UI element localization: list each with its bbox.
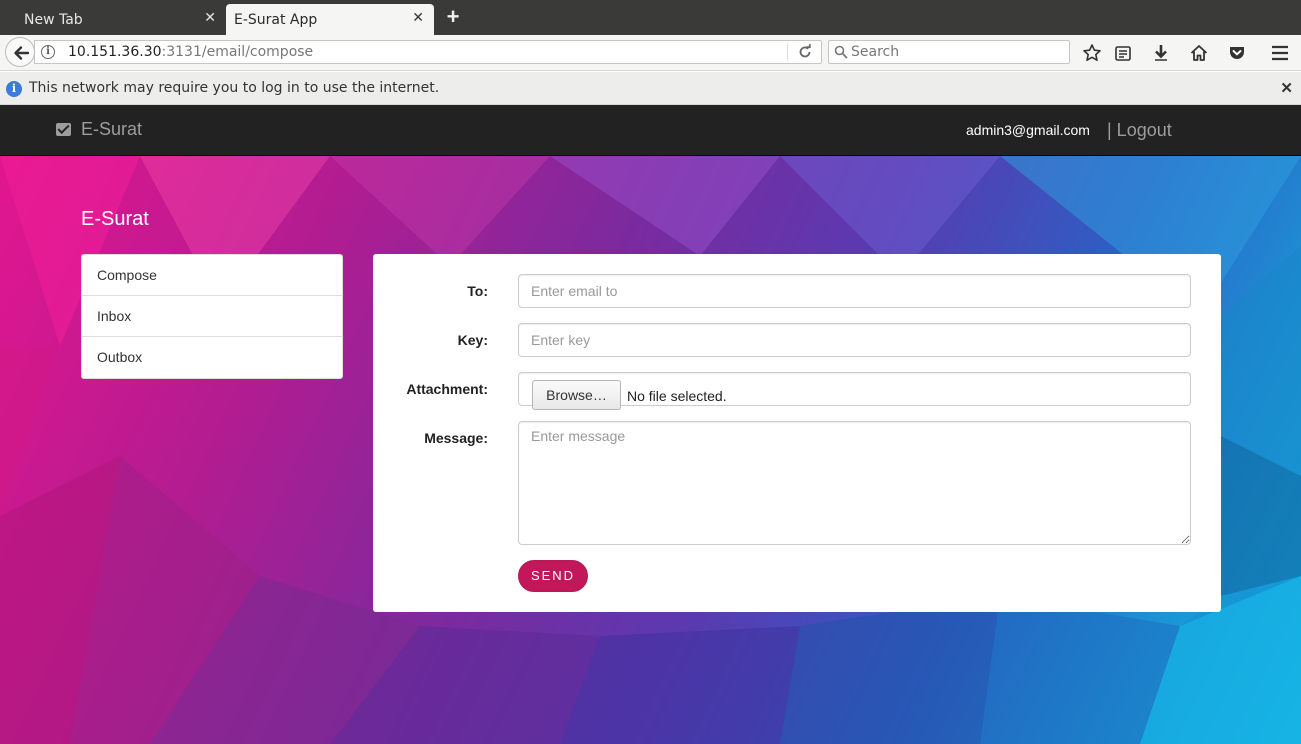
compose-panel: To: Key: Attachment: Browse… No file sel… [373,254,1221,612]
brand-link[interactable]: E-Surat [56,119,142,140]
tab-close-icon[interactable]: ✕ [204,10,216,26]
logout-link[interactable]: | Logout [1107,120,1172,141]
key-field[interactable] [518,323,1191,357]
message-textarea[interactable] [519,422,1190,544]
sidebar-item-compose[interactable]: Compose [82,255,342,296]
url-path: :3131/email/compose [161,44,314,60]
attachment-label: Attachment: [406,381,488,397]
notification-close-icon[interactable]: ✕ [1280,79,1293,97]
to-field[interactable] [518,274,1191,308]
browse-button[interactable]: Browse… [532,380,621,410]
sidebar-item-outbox[interactable]: Outbox [82,337,342,378]
tab-close-icon[interactable]: ✕ [412,10,424,26]
reload-icon[interactable] [797,44,813,60]
tab-title: E-Surat App [234,11,318,28]
url-host: 10.151.36.30 [68,44,162,60]
pocket-icon[interactable] [1227,43,1247,63]
tab-new-tab[interactable]: New Tab ✕ [0,4,226,35]
to-label: To: [467,283,488,299]
search-icon [834,45,848,59]
search-bar[interactable] [828,40,1070,64]
sidebar-menu: Compose Inbox Outbox [81,254,343,379]
send-button[interactable]: SEND [518,560,588,592]
browser-tab-bar: New Tab ✕ E-Surat App ✕ + [0,0,1301,35]
network-notification-bar: i This network may require you to log in… [0,72,1301,105]
hamburger-menu-icon[interactable] [1270,43,1290,63]
site-info-icon[interactable]: i [41,45,55,59]
new-tab-plus-icon[interactable]: + [443,6,463,28]
address-bar[interactable]: i 10.151.36.30:3131/email/compose [34,40,822,64]
home-icon[interactable] [1189,43,1209,63]
key-input[interactable] [519,324,1190,356]
download-icon[interactable] [1151,43,1171,63]
tab-title: New Tab [24,11,83,28]
envelope-icon [56,123,71,136]
url-divider [787,43,788,61]
sidebar-item-inbox[interactable]: Inbox [82,296,342,337]
to-input[interactable] [519,275,1190,307]
bookmark-star-icon[interactable] [1082,43,1102,63]
notification-text: This network may require you to log in t… [29,80,440,96]
brand-name: E-Surat [81,119,143,139]
message-label: Message: [424,430,488,446]
tab-esurat-app[interactable]: E-Surat App ✕ [226,4,434,35]
browser-toolbar: i 10.151.36.30:3131/email/compose [0,35,1301,71]
file-status: No file selected. [627,388,727,404]
user-email: admin3@gmail.com [966,122,1090,138]
back-button[interactable] [5,37,35,67]
back-arrow-icon [14,46,30,60]
message-field[interactable] [518,421,1191,545]
key-label: Key: [457,332,488,348]
sidebar-title: E-Surat [81,208,149,230]
app-navbar: E-Surat admin3@gmail.com | Logout [0,105,1301,156]
search-input[interactable] [851,43,1061,61]
info-icon: i [6,81,22,97]
attachment-field[interactable]: Browse… No file selected. [518,372,1191,410]
reading-list-icon[interactable] [1113,43,1133,63]
url-text[interactable]: 10.151.36.30:3131/email/compose [68,44,313,60]
